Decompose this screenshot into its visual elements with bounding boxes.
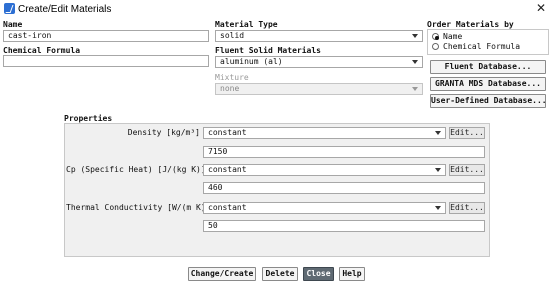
- fluent-database-button[interactable]: Fluent Database...: [430, 60, 546, 74]
- specific-heat-value-input[interactable]: 460: [203, 182, 485, 194]
- granta-mds-database-button[interactable]: GRANTA MDS Database...: [430, 77, 546, 91]
- mixture-value: none: [220, 84, 240, 93]
- name-label: Name: [3, 20, 23, 29]
- close-button[interactable]: Close: [303, 267, 334, 281]
- material-type-select[interactable]: solid: [215, 30, 423, 42]
- chevron-down-icon: [435, 168, 441, 172]
- density-value-input[interactable]: 7150: [203, 146, 485, 158]
- density-label: Density [kg/m³]: [127, 128, 200, 137]
- chemical-formula-input[interactable]: [3, 55, 209, 67]
- thermal-conductivity-method-value: constant: [208, 203, 247, 212]
- order-name-radio[interactable]: [432, 33, 439, 40]
- chevron-down-icon: [435, 131, 441, 135]
- delete-button[interactable]: Delete: [262, 267, 298, 281]
- name-input[interactable]: cast-iron: [3, 30, 209, 42]
- specific-heat-label: Cp (Specific Heat) [J/(kg K)]: [66, 165, 206, 174]
- fluent-solid-value: aluminum (al): [220, 57, 283, 66]
- density-method-select[interactable]: constant: [203, 127, 446, 139]
- thermal-conductivity-method-select[interactable]: constant: [203, 202, 446, 214]
- chevron-down-icon: [412, 34, 418, 38]
- fluent-solid-select[interactable]: aluminum (al): [215, 56, 423, 68]
- mixture-label: Mixture: [215, 73, 249, 82]
- window-title: Create/Edit Materials: [18, 4, 112, 15]
- specific-heat-method-value: constant: [208, 165, 247, 174]
- density-method-value: constant: [208, 128, 247, 137]
- mixture-select: none: [215, 83, 423, 95]
- app-icon: [4, 3, 15, 14]
- order-formula-label: Chemical Formula: [443, 42, 521, 51]
- specific-heat-method-select[interactable]: constant: [203, 164, 446, 176]
- fluent-solid-label: Fluent Solid Materials: [215, 46, 321, 55]
- order-formula-radio[interactable]: [432, 43, 439, 50]
- material-type-label: Material Type: [215, 20, 278, 29]
- chevron-down-icon: [412, 60, 418, 64]
- close-window-icon[interactable]: ✕: [532, 1, 550, 16]
- order-name-label: Name: [443, 32, 463, 41]
- specific-heat-edit-button[interactable]: Edit...: [449, 164, 485, 176]
- chevron-down-icon: [435, 206, 441, 210]
- material-type-value: solid: [220, 31, 245, 40]
- thermal-conductivity-value-input[interactable]: 50: [203, 220, 485, 232]
- help-button[interactable]: Help: [339, 267, 365, 281]
- chevron-down-icon: [412, 87, 418, 91]
- thermal-conductivity-edit-button[interactable]: Edit...: [449, 202, 485, 214]
- change-create-button[interactable]: Change/Create: [188, 267, 256, 281]
- density-edit-button[interactable]: Edit...: [449, 127, 485, 139]
- thermal-conductivity-label: Thermal Conductivity [W/(m K)]: [66, 203, 211, 212]
- user-defined-database-button[interactable]: User-Defined Database...: [430, 94, 547, 108]
